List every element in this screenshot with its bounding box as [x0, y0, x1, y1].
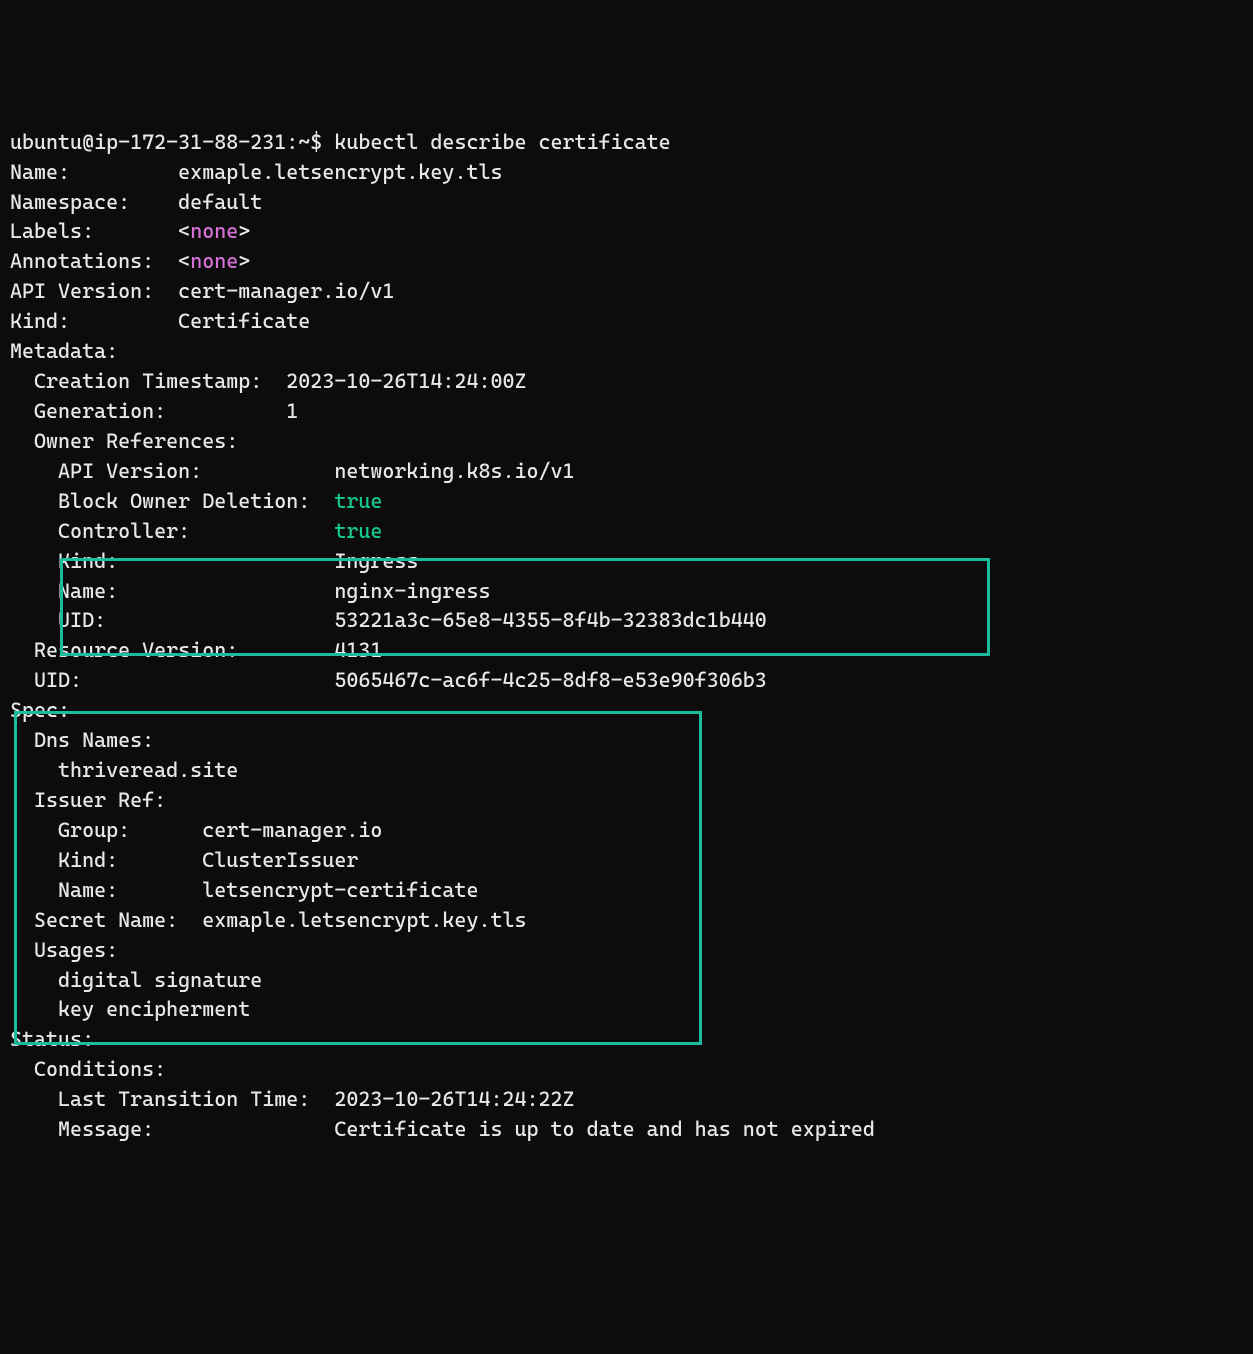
none-value: none: [190, 249, 238, 273]
dns-name-value: thriveread.site: [10, 758, 238, 782]
field-value: letsencrypt-certificate: [202, 878, 478, 902]
field-creation-timestamp: Creation Timestamp:: [10, 369, 286, 393]
field-message: Message:: [10, 1117, 334, 1141]
field-or-name: Name:: [10, 579, 334, 603]
command-text: kubectl describe certificate: [334, 130, 670, 154]
bool-true: true: [334, 489, 382, 513]
field-value: 5065467c-ac6f-4c25-8df8-e53e90f306b3: [334, 668, 766, 692]
field-secret-name: Secret Name:: [10, 908, 202, 932]
shell-prompt: ubuntu@ip-172-31-88-231:~$: [10, 130, 334, 154]
usage-item: digital signature: [10, 968, 262, 992]
field-value: ClusterIssuer: [202, 848, 358, 872]
field-issuer-group: Group:: [10, 818, 202, 842]
field-value: Certificate: [178, 309, 310, 333]
field-value: default: [178, 190, 262, 214]
field-value: cert-manager.io/v1: [178, 279, 394, 303]
field-value: Ingress: [334, 549, 418, 573]
none-value: none: [190, 219, 238, 243]
field-value: 1: [286, 399, 298, 423]
bool-true: true: [334, 519, 382, 543]
spec-header: Spec:: [10, 698, 70, 722]
field-value: exmaple.letsencrypt.key.tls: [178, 160, 502, 184]
owner-references-header: Owner References:: [10, 429, 238, 453]
field-value: Certificate is up to date and has not ex…: [334, 1117, 875, 1141]
field-value: 2023-10-26T14:24:00Z: [286, 369, 526, 393]
usages-header: Usages:: [10, 938, 118, 962]
field-value: exmaple.letsencrypt.key.tls: [202, 908, 526, 932]
field-value: 2023-10-26T14:24:22Z: [334, 1087, 574, 1111]
status-header: Status:: [10, 1027, 94, 1051]
field-kind: Kind:: [10, 309, 178, 333]
metadata-header: Metadata:: [10, 339, 118, 363]
field-resource-version: Resource Version:: [10, 638, 334, 662]
field-name: Name:: [10, 160, 178, 184]
field-value: 53221a3c-65e8-4355-8f4b-32383dc1b440: [334, 608, 766, 632]
field-namespace: Namespace:: [10, 190, 178, 214]
field-or-kind: Kind:: [10, 549, 334, 573]
conditions-header: Conditions:: [10, 1057, 166, 1081]
field-ltt: Last Transition Time:: [10, 1087, 334, 1111]
field-uid: UID:: [10, 668, 334, 692]
issuer-ref-header: Issuer Ref:: [10, 788, 166, 812]
field-or-bod: Block Owner Deletion:: [10, 489, 334, 513]
dns-names-header: Dns Names:: [10, 728, 154, 752]
field-annotations: Annotations:: [10, 249, 178, 273]
field-value: nginx-ingress: [334, 579, 490, 603]
terminal-output: ubuntu@ip-172-31-88-231:~$ kubectl descr…: [10, 128, 1243, 1205]
field-issuer-kind: Kind:: [10, 848, 202, 872]
field-issuer-name: Name:: [10, 878, 202, 902]
field-value: networking.k8s.io/v1: [334, 459, 574, 483]
field-api-version: API Version:: [10, 279, 178, 303]
usage-item: key encipherment: [10, 997, 250, 1021]
field-or-uid: UID:: [10, 608, 334, 632]
field-or-controller: Controller:: [10, 519, 334, 543]
field-value: cert-manager.io: [202, 818, 382, 842]
field-or-api: API Version:: [10, 459, 334, 483]
field-labels: Labels:: [10, 219, 178, 243]
field-value: 4131: [334, 638, 382, 662]
field-generation: Generation:: [10, 399, 286, 423]
